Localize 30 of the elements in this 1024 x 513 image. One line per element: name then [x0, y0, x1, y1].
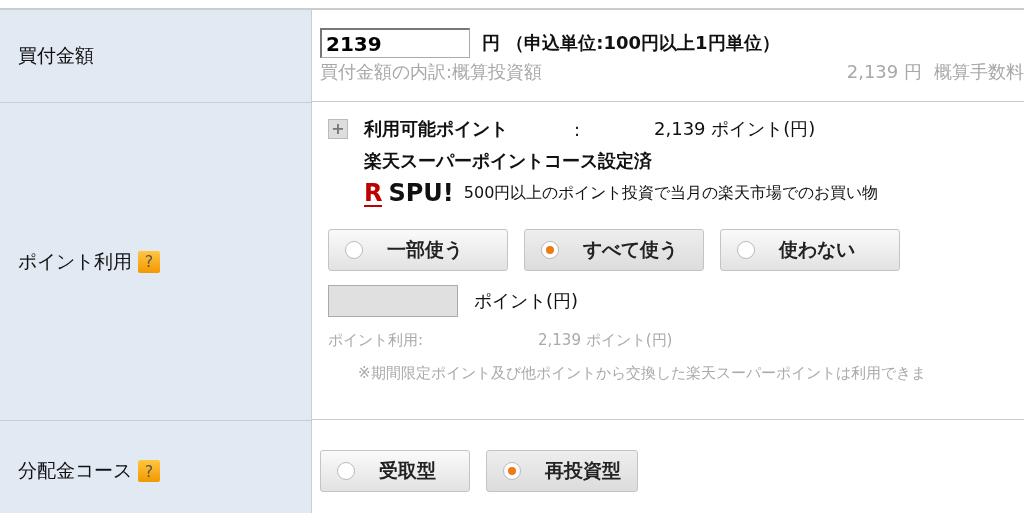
unit-note: 円 （申込単位:100円以上1円単位） [482, 31, 780, 55]
breakdown-value: 2,139 円 [846, 60, 922, 84]
radio-icon [503, 462, 521, 480]
points-unit: ポイント(円) [474, 289, 579, 313]
course-status: 楽天スーパーポイントコース設定済 [364, 149, 653, 173]
breakdown-label: 買付金額の内訳:概算投資額 [320, 60, 543, 84]
row-label: ポイント利用 [18, 248, 132, 274]
radio-icon [337, 462, 355, 480]
spu-description: 500円以上のポイント投資で当月の楽天市場でのお買い物 [463, 182, 879, 204]
note-text: ※期間限定ポイント及び他ポイントから交換した楽天スーパーポイントは利用できま [358, 364, 927, 383]
row-label: 買付金額 [18, 43, 94, 68]
colon: : [574, 118, 582, 140]
available-points-value: 2,139 ポイント(円) [654, 117, 816, 141]
radio-option[interactable]: すべて使う [524, 229, 704, 271]
radio-option[interactable]: 使わない [720, 229, 900, 271]
radio-icon [737, 241, 755, 259]
fee-label: 概算手数料 [934, 60, 1024, 84]
available-points-label: 利用可能ポイント [364, 117, 509, 141]
usage-value: 2,139 ポイント(円) [538, 331, 673, 350]
help-icon[interactable]: ? [138, 460, 160, 482]
amount-field[interactable]: 2139 [320, 28, 470, 58]
radio-icon [345, 241, 363, 259]
radio-option[interactable]: 受取型 [320, 450, 470, 492]
row-label: 分配金コース [18, 458, 132, 483]
radio-option[interactable]: 再投資型 [486, 450, 638, 492]
usage-label: ポイント利用: [328, 331, 425, 350]
help-icon[interactable]: ? [138, 250, 160, 273]
radio-icon [541, 241, 559, 259]
spu-logo: R SPU! [364, 179, 454, 207]
radio-option[interactable]: 一部使う [328, 229, 508, 271]
